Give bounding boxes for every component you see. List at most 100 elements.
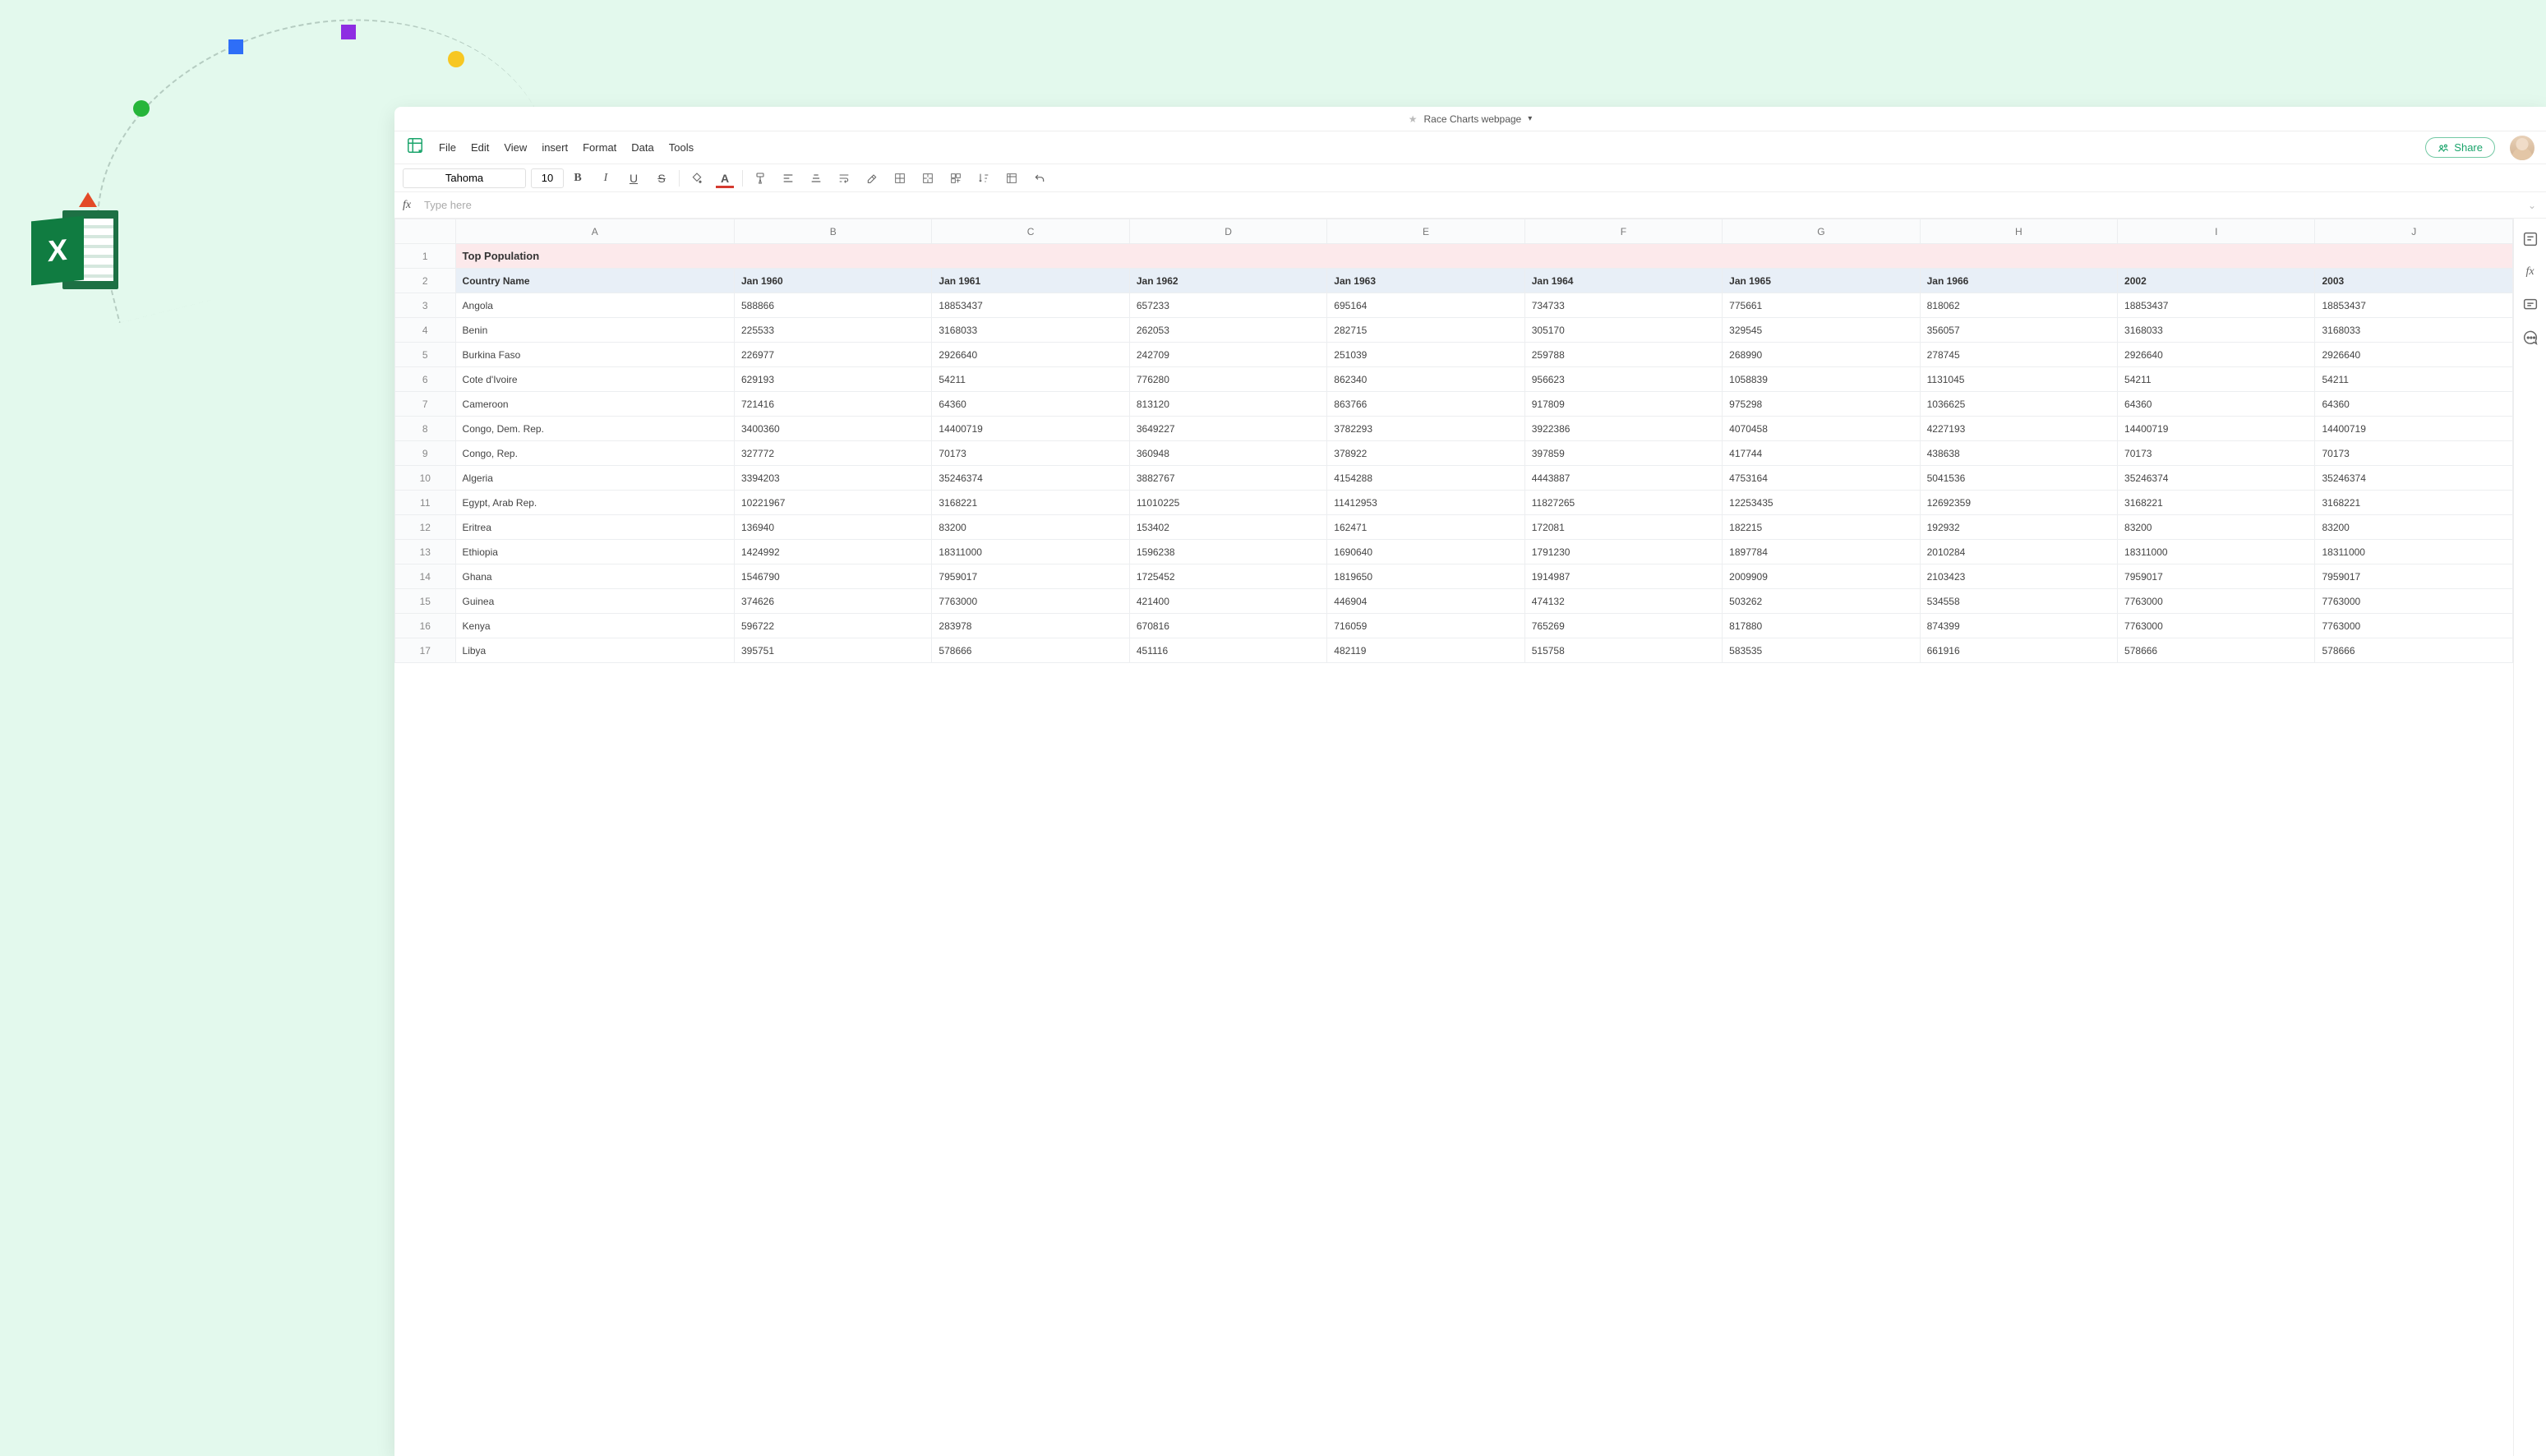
cell[interactable]: 54211 — [932, 367, 1129, 392]
cell[interactable]: 397859 — [1524, 441, 1722, 466]
cell[interactable]: 7763000 — [2315, 589, 2513, 614]
cell[interactable]: 3922386 — [1524, 417, 1722, 441]
cell[interactable]: 7959017 — [932, 564, 1129, 589]
menu-tools[interactable]: Tools — [669, 141, 694, 154]
menu-view[interactable]: View — [504, 141, 527, 154]
menu-edit[interactable]: Edit — [471, 141, 489, 154]
cell[interactable]: 83200 — [2118, 515, 2315, 540]
cell[interactable]: 1596238 — [1129, 540, 1326, 564]
cell[interactable]: 242709 — [1129, 343, 1326, 367]
cell[interactable]: 4070458 — [1723, 417, 1920, 441]
cell[interactable]: 578666 — [2118, 638, 2315, 663]
cell[interactable]: 917809 — [1524, 392, 1722, 417]
cell[interactable]: 327772 — [734, 441, 931, 466]
side-chat-icon[interactable] — [2521, 329, 2539, 347]
cell[interactable]: Cote d'Ivoire — [455, 367, 734, 392]
cell[interactable]: 2103423 — [1920, 564, 2117, 589]
cell[interactable]: 54211 — [2315, 367, 2513, 392]
cell[interactable]: 583535 — [1723, 638, 1920, 663]
cell[interactable]: 629193 — [734, 367, 931, 392]
cell[interactable]: 474132 — [1524, 589, 1722, 614]
select-all-corner[interactable] — [395, 219, 456, 244]
header-cell[interactable]: 2003 — [2315, 269, 2513, 293]
cell[interactable]: 716059 — [1327, 614, 1524, 638]
fill-color-button[interactable] — [683, 167, 711, 190]
cell[interactable]: 578666 — [932, 638, 1129, 663]
row-header[interactable]: 5 — [395, 343, 456, 367]
row-header[interactable]: 11 — [395, 491, 456, 515]
cell[interactable]: 503262 — [1723, 589, 1920, 614]
col-header[interactable]: G — [1723, 219, 1920, 244]
user-avatar[interactable] — [2510, 136, 2534, 160]
cell[interactable]: 775661 — [1723, 293, 1920, 318]
side-notes-icon[interactable] — [2521, 230, 2539, 248]
col-header[interactable]: B — [734, 219, 931, 244]
cell[interactable]: 874399 — [1920, 614, 2117, 638]
cell[interactable]: 446904 — [1327, 589, 1524, 614]
header-cell[interactable]: 2002 — [2118, 269, 2315, 293]
row-header[interactable]: 15 — [395, 589, 456, 614]
title-cell[interactable]: Top Population — [455, 244, 2512, 269]
cell[interactable]: 482119 — [1327, 638, 1524, 663]
cell[interactable]: 7959017 — [2315, 564, 2513, 589]
cell[interactable]: 70173 — [2315, 441, 2513, 466]
document-title[interactable]: Race Charts webpage — [1424, 113, 1522, 125]
cell[interactable]: 70173 — [2118, 441, 2315, 466]
cell[interactable]: 2926640 — [2315, 343, 2513, 367]
cell[interactable]: 64360 — [2118, 392, 2315, 417]
cell[interactable]: Kenya — [455, 614, 734, 638]
row-header[interactable]: 8 — [395, 417, 456, 441]
cell[interactable]: 7763000 — [2118, 589, 2315, 614]
font-size-select[interactable]: 10 — [531, 168, 564, 188]
cell[interactable]: 54211 — [2118, 367, 2315, 392]
cell[interactable]: 3168033 — [932, 318, 1129, 343]
cell[interactable]: 226977 — [734, 343, 931, 367]
col-header[interactable]: I — [2118, 219, 2315, 244]
cell[interactable]: 14400719 — [2118, 417, 2315, 441]
cell[interactable]: 1819650 — [1327, 564, 1524, 589]
align-button[interactable] — [774, 167, 802, 190]
clear-format-button[interactable] — [858, 167, 886, 190]
cell[interactable]: Guinea — [455, 589, 734, 614]
italic-button[interactable]: I — [592, 167, 620, 190]
cell[interactable]: Burkina Faso — [455, 343, 734, 367]
cell[interactable]: 225533 — [734, 318, 931, 343]
header-cell[interactable]: Jan 1960 — [734, 269, 931, 293]
cell[interactable]: 2009909 — [1723, 564, 1920, 589]
star-icon[interactable]: ★ — [1409, 113, 1418, 125]
cell[interactable]: 4227193 — [1920, 417, 2117, 441]
cell[interactable]: 3168221 — [2315, 491, 2513, 515]
header-cell[interactable]: Country Name — [455, 269, 734, 293]
cell[interactable]: 18311000 — [932, 540, 1129, 564]
undo-button[interactable] — [1026, 167, 1054, 190]
cell[interactable]: Cameroon — [455, 392, 734, 417]
col-header[interactable]: E — [1327, 219, 1524, 244]
cell[interactable]: 4154288 — [1327, 466, 1524, 491]
cell[interactable]: 1690640 — [1327, 540, 1524, 564]
formula-input[interactable] — [419, 199, 2528, 211]
cell[interactable]: Congo, Dem. Rep. — [455, 417, 734, 441]
cell[interactable]: Algeria — [455, 466, 734, 491]
cell[interactable]: 360948 — [1129, 441, 1326, 466]
cell[interactable]: 7959017 — [2118, 564, 2315, 589]
cell[interactable]: 162471 — [1327, 515, 1524, 540]
cell[interactable]: 818062 — [1920, 293, 2117, 318]
menu-format[interactable]: Format — [583, 141, 616, 154]
header-cell[interactable]: Jan 1962 — [1129, 269, 1326, 293]
cell[interactable]: 596722 — [734, 614, 931, 638]
cell[interactable]: 14400719 — [2315, 417, 2513, 441]
insert-cells-button[interactable] — [942, 167, 970, 190]
cell[interactable]: Angola — [455, 293, 734, 318]
cell[interactable]: 278745 — [1920, 343, 2117, 367]
strikethrough-button[interactable]: S — [648, 167, 676, 190]
cell[interactable]: 5041536 — [1920, 466, 2117, 491]
cell[interactable]: 378922 — [1327, 441, 1524, 466]
row-header[interactable]: 1 — [395, 244, 456, 269]
cell[interactable]: 3168221 — [2118, 491, 2315, 515]
cell[interactable]: 251039 — [1327, 343, 1524, 367]
cell[interactable]: 262053 — [1129, 318, 1326, 343]
cell[interactable]: 1058839 — [1723, 367, 1920, 392]
cell[interactable]: 83200 — [2315, 515, 2513, 540]
cell[interactable]: Libya — [455, 638, 734, 663]
cell[interactable]: 11010225 — [1129, 491, 1326, 515]
